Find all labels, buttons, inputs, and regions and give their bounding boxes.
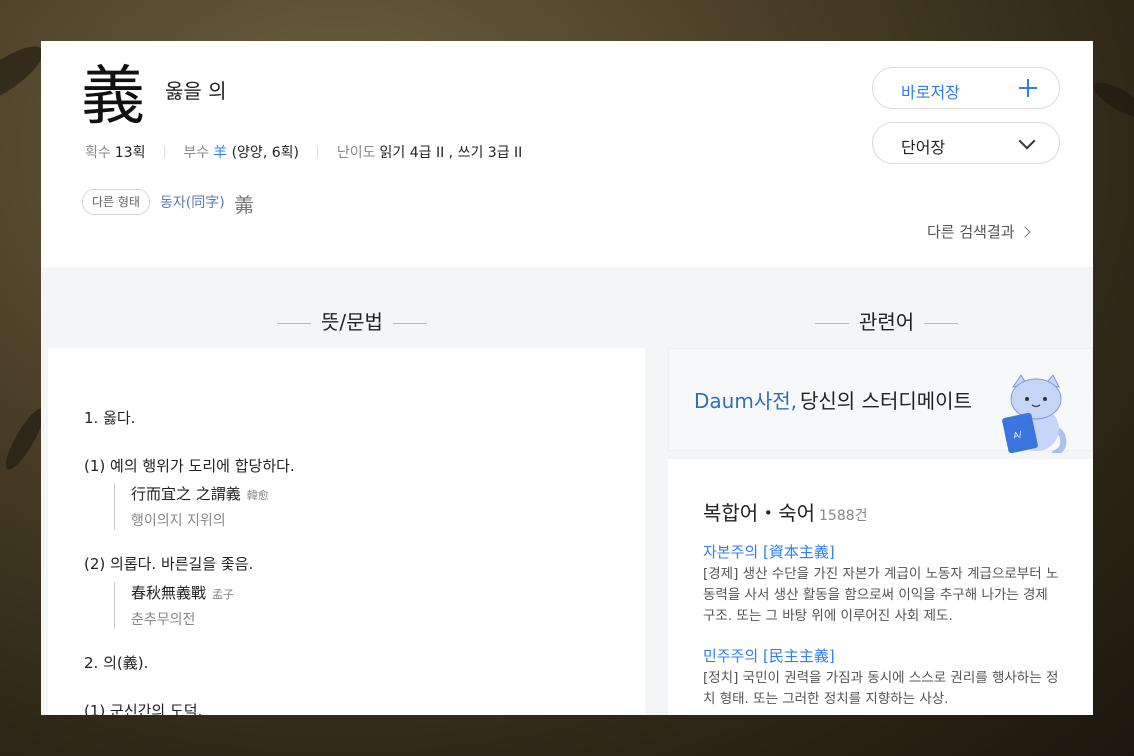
alt-form-label[interactable]: 동자(同字) (160, 192, 225, 212)
other-results-label: 다른 검색결과 (927, 223, 1015, 241)
definition-1: 1. 옳다. (84, 409, 136, 427)
title-rule (277, 323, 311, 324)
related-word-desc: [경제] 생산 수단을 가진 자본가 계급이 노동자 계급으로부터 노동력을 사… (703, 566, 1059, 624)
definition-2-1: (1) 군신간의 도덕. (84, 702, 203, 715)
related-section-title: 관련어 (805, 306, 968, 335)
related-heading: 복합어・숙어 1588건 (703, 497, 868, 526)
definition-1-1: (1) 예의 행위가 도리에 합당하다. (84, 457, 295, 475)
title-rule (392, 323, 427, 324)
plus-icon (1019, 79, 1037, 97)
wordbook-dropdown[interactable]: 단어장 (872, 122, 1060, 164)
radical-link[interactable]: 羊 (213, 145, 227, 161)
related-title-text: 관련어 (859, 310, 915, 334)
definition-2: 2. 의(義). (84, 654, 149, 672)
entry-header: 義 옳을 의 획수 13획 부수 羊 (양양, 6획) 난이도 읽기 4급 II , … (41, 41, 1093, 267)
example-source: 韓愈 (246, 489, 269, 502)
background-texture (1089, 76, 1134, 124)
hanja-meaning: 옳을 의 (165, 79, 227, 103)
quick-save-button[interactable]: 바로저장 (872, 67, 1060, 109)
title-rule (815, 323, 849, 324)
banner-tagline: 당신의 스터디메이트 (800, 389, 972, 413)
level-value: 읽기 4급 II , 쓰기 3급 II (379, 145, 523, 161)
example-hanja: 春秋無義戰 (131, 584, 207, 602)
radical-label: 부수 (183, 145, 210, 161)
dictionary-page: 義 옳을 의 획수 13획 부수 羊 (양양, 6획) 난이도 읽기 4급 II , … (41, 41, 1093, 715)
example-1-2: 春秋無義戰 孟子 춘추무의전 (114, 582, 234, 629)
related-word-desc: [정치] 국민이 권력을 가짐과 동시에 스스로 권리를 행사하는 정치 형태.… (703, 670, 1059, 707)
hanja-info: 획수 13획 부수 羊 (양양, 6획) 난이도 읽기 4급 II , 쓰기 3급 I… (85, 142, 522, 162)
chevron-down-icon (1018, 132, 1036, 150)
radical-detail: (양양, 6획) (231, 145, 299, 161)
alt-form-chip: 다른 형태 (82, 189, 150, 215)
divider (317, 146, 319, 158)
banner-brand: Daum사전, (694, 389, 797, 413)
related-count: 1588건 (819, 508, 868, 524)
level-label: 난이도 (336, 145, 376, 161)
example-1-1: 行而宜之 之謂義 韓愈 행이의지 지위의 (114, 483, 269, 530)
alt-form-char[interactable]: 羛 (234, 189, 254, 218)
cat-mascot-icon: A/ (1002, 374, 1067, 453)
divider (163, 146, 165, 158)
strokes-label: 획수 (85, 145, 111, 161)
hanja-character: 義 (81, 60, 145, 134)
chevron-right-icon (1018, 226, 1031, 238)
meaning-section-title: 뜻/문법 (267, 306, 437, 335)
related-panel: 복합어・숙어 1588건 자본주의 [資本主義] [경제] 생산 수단을 가진 자… (668, 459, 1093, 715)
example-reading: 춘추무의전 (131, 612, 196, 628)
other-results-link[interactable]: 다른 검색결과 (927, 221, 1031, 242)
daum-banner[interactable]: Daum사전, 당신의 스터디메이트 A/ (668, 348, 1093, 453)
definition-1-2: (2) 의롭다. 바른길을 좇음. (84, 555, 254, 573)
example-source: 孟子 (212, 588, 235, 601)
strokes-value: 13획 (114, 145, 146, 161)
example-reading: 행이의지 지위의 (131, 513, 226, 529)
title-rule (924, 323, 959, 324)
example-hanja: 行而宜之 之謂義 (131, 485, 241, 503)
related-heading-text: 복합어・숙어 (703, 501, 815, 525)
related-word-link[interactable]: 자본주의 [資本主義] (703, 541, 835, 562)
quick-save-label: 바로저장 (901, 83, 960, 102)
meaning-title-text: 뜻/문법 (321, 310, 383, 334)
meaning-panel: 1. 옳다. (1) 예의 행위가 도리에 합당하다. 行而宜之 之謂義 韓愈 행… (48, 348, 645, 715)
related-word-link[interactable]: 민주주의 [民主主義] (703, 645, 835, 666)
wordbook-label: 단어장 (901, 138, 946, 157)
